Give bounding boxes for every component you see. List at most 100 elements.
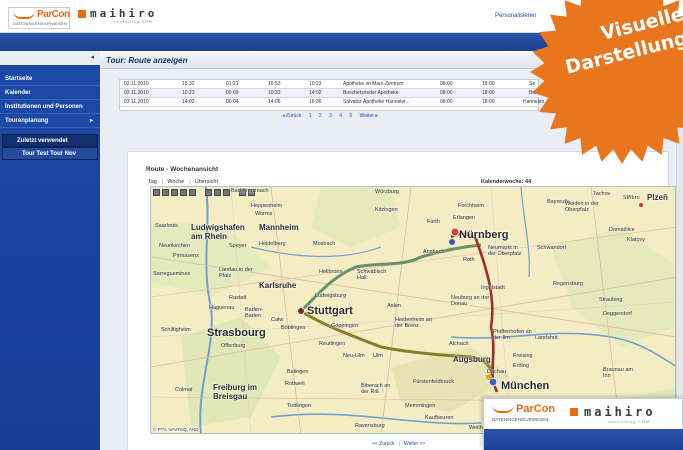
promo-badge: Visuelle Darstellung xyxy=(530,0,683,165)
route-map[interactable]: Stuttgart Strasbourg München Nürnberg Ma… xyxy=(150,186,676,434)
pager-page-3[interactable]: 3 xyxy=(329,113,332,119)
route-next-link[interactable]: Weiter >> xyxy=(404,441,426,447)
view-switcher: Tag | Woche | Übersicht xyxy=(148,179,219,185)
map-zoom-out-button[interactable] xyxy=(162,189,169,196)
pager-page-2[interactable]: 2 xyxy=(319,113,322,119)
sidebar-collapse-icon[interactable]: ◂ xyxy=(0,51,100,65)
table-cell: 03.11.2010 xyxy=(124,99,149,105)
maihiro-logo-subtext: consulting CRM xyxy=(114,20,153,24)
map-label: Weiden in der Oberpfalz xyxy=(565,201,599,213)
map-label: Regensburg xyxy=(553,281,583,287)
parcon-logo-text: ParCon xyxy=(37,9,70,20)
map-label: Ansbach xyxy=(423,249,445,255)
route-title: Route - Wochenansicht xyxy=(146,166,219,173)
pager-prev-link[interactable]: ◂ Zurück xyxy=(282,113,301,119)
sidebar-item-institutionen[interactable]: Institutionen und Personen xyxy=(0,101,100,114)
parcon-logo-text: ParCon xyxy=(516,403,556,415)
pager-next-link[interactable]: Weiter ▸ xyxy=(360,113,378,119)
recent-header: Zuletzt verwendet xyxy=(2,134,98,147)
map-label: Calw xyxy=(271,317,284,323)
map-label: Stříbro xyxy=(623,195,640,201)
map-label: Kitzingen xyxy=(375,207,398,213)
map-label-stuttgart: Stuttgart xyxy=(307,305,353,317)
map-label: Landau in der Pfalz xyxy=(219,267,253,279)
map-label: Erding xyxy=(513,363,529,369)
map-label: Domažlice xyxy=(609,227,635,233)
map-label: Fürstenfeldbruck xyxy=(413,379,454,385)
view-day-link[interactable]: Tag xyxy=(148,179,157,185)
route-bottom-nav: << Zurück | Weiter >> xyxy=(372,441,425,447)
maihiro-logo: maihiro consulting CRM xyxy=(78,7,168,29)
parcon-swirl-icon xyxy=(13,11,35,19)
table-cell: 18:00 xyxy=(482,99,495,105)
map-label: Ingolstadt xyxy=(481,285,505,291)
maihiro-square-icon xyxy=(570,408,578,416)
map-label: Braunau am Inn xyxy=(603,367,633,379)
separator: | xyxy=(161,179,164,185)
map-label: Offenburg xyxy=(221,343,246,349)
table-row[interactable]: 02.11.2010 15:32 01:21 16:53 10:23 Apoth… xyxy=(120,80,540,89)
table-row[interactable]: 03.11.2010 10:23 00:09 10:32 14:02 Bosch… xyxy=(120,89,544,98)
map-label-munchen: München xyxy=(501,380,550,392)
map-forward-button[interactable] xyxy=(189,189,196,196)
table-cell: 10:32 xyxy=(268,90,281,96)
map-label: Worms xyxy=(255,211,273,217)
pager-page-1[interactable]: 1 xyxy=(309,113,312,119)
map-label: Forchheim xyxy=(458,203,484,209)
map-label: Aichach xyxy=(449,341,469,347)
map-label: Speyer xyxy=(229,243,247,249)
table-cell: 16:36 xyxy=(309,99,322,105)
route-prev-link[interactable]: << Zurück xyxy=(372,441,395,447)
map-label: Ravensburg xyxy=(355,423,385,429)
map-label: Ludwigshafen am Rhein xyxy=(191,223,245,241)
map-label: Freiburg im Breisgau xyxy=(213,383,258,401)
map-label: Reutlingen xyxy=(319,341,346,347)
chevron-right-icon: ▸ xyxy=(89,118,93,124)
table-cell: 14:02 xyxy=(309,90,322,96)
sidebar-item-startseite[interactable]: Startseite xyxy=(0,73,100,86)
sidebar-item-kalender[interactable]: Kalender xyxy=(0,87,100,100)
map-label: Klatovy xyxy=(627,237,646,243)
recent-item-tour[interactable]: Tour Test Tour Nov xyxy=(2,147,98,160)
map-label: Sarreguemines xyxy=(153,271,191,277)
table-cell: 16:53 xyxy=(268,81,281,87)
map-label: Memmingen xyxy=(405,403,436,409)
parcon-logo-subtext: DATENINGENIEURWESEN xyxy=(492,417,549,422)
map-label: Tuttlingen xyxy=(287,403,311,409)
sidebar-item-tourenplanung[interactable]: Tourenplanung ▸ xyxy=(0,115,100,128)
map-label: Heidenheim an der Brenz xyxy=(395,317,432,329)
maihiro-square-icon xyxy=(78,10,86,18)
map-label: Neuburg an der Donau xyxy=(451,295,490,307)
view-overview-link[interactable]: Übersicht xyxy=(195,179,218,185)
map-label: Aalen xyxy=(387,303,402,309)
map-zoom-in-button[interactable] xyxy=(153,189,160,196)
map-print-button[interactable] xyxy=(223,189,230,196)
maihiro-logo-text: maihiro xyxy=(90,7,158,20)
table-cell: 10:23 xyxy=(182,90,195,96)
table-cell: 02.11.2010 xyxy=(124,81,149,87)
map-label: Saarlouis xyxy=(155,223,178,229)
app-window: ParCon DATENINGENIEURWESEN maihiro consu… xyxy=(0,0,683,450)
map-back-button[interactable] xyxy=(180,189,187,196)
map-label: Heilbronn xyxy=(319,269,343,275)
map-label: Ludwigsburg xyxy=(315,293,347,299)
parcon-logo-subtext: DATENINGENIEURWESEN xyxy=(13,21,67,26)
table-cell: 01:21 xyxy=(226,81,239,87)
table-cell: 10:23 xyxy=(309,81,322,87)
maihiro-logo-text: maihiro xyxy=(584,405,656,419)
table-cell: 00:04 xyxy=(226,99,239,105)
table-row[interactable]: 03.11.2010 14:02 00:04 14:06 16:36 Salva… xyxy=(120,98,544,107)
map-pan-button[interactable] xyxy=(171,189,178,196)
map-label: Bad Kreuznach xyxy=(231,188,269,194)
map-label: Pirmasens xyxy=(173,253,199,259)
pager-page-5[interactable]: 5 xyxy=(349,113,352,119)
view-week-link[interactable]: Woche xyxy=(167,179,184,185)
map-select-button[interactable] xyxy=(205,189,212,196)
map-label: Karlsruhe xyxy=(259,281,297,290)
map-label: Deggendorf xyxy=(603,311,632,317)
map-layer-button[interactable] xyxy=(214,189,221,196)
table-cell: 08:00 xyxy=(440,90,453,96)
pager-page-4[interactable]: 4 xyxy=(339,113,342,119)
map-label: Balingen xyxy=(287,369,309,375)
parcon-swirl-icon xyxy=(492,405,514,413)
